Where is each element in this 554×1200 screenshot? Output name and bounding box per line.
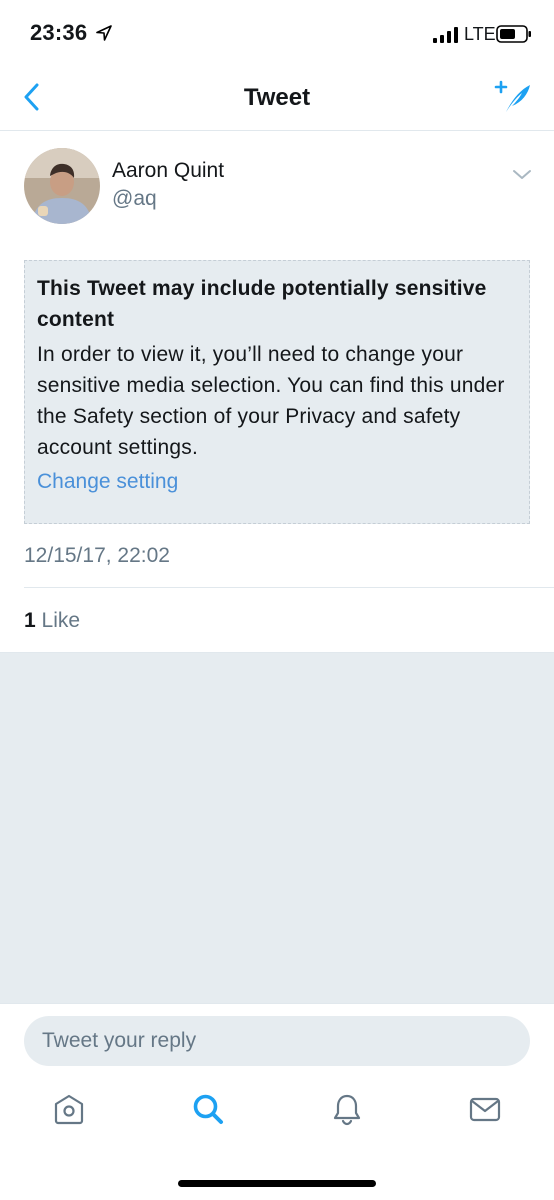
tab-bar <box>0 1075 554 1155</box>
signal-strength-icon <box>433 27 458 43</box>
sensitive-notice-body: In order to view it, you’ll need to chan… <box>37 343 505 459</box>
tab-notifications[interactable] <box>329 1091 365 1127</box>
home-indicator[interactable] <box>178 1180 376 1187</box>
search-icon <box>193 1094 223 1124</box>
change-setting-link[interactable]: Change setting <box>37 470 178 494</box>
tab-search[interactable] <box>190 1091 226 1127</box>
likes-label: Like <box>35 609 81 632</box>
status-time: 23:36 <box>30 20 88 45</box>
divider <box>24 587 554 588</box>
avatar-photo <box>24 148 100 224</box>
sensitive-content-notice: This Tweet may include potentially sensi… <box>24 260 530 524</box>
compose-tweet-button[interactable] <box>492 78 534 118</box>
mail-icon <box>469 1097 501 1122</box>
replies-area <box>0 652 554 1003</box>
likes-count: 1 <box>24 609 36 632</box>
tweet-options-button[interactable] <box>510 164 534 184</box>
author-name[interactable]: Aaron Quint <box>112 159 224 183</box>
likes-summary[interactable]: 1 Like <box>24 609 80 633</box>
tab-messages[interactable] <box>467 1091 503 1127</box>
location-arrow-icon <box>96 25 112 41</box>
avatar[interactable] <box>24 148 100 224</box>
reply-input[interactable]: Tweet your reply <box>24 1016 530 1066</box>
nav-bar: Tweet <box>0 66 554 131</box>
status-bar: 23:36 LTE <box>0 0 554 66</box>
compose-feather-icon <box>494 80 530 112</box>
chevron-down-icon <box>513 170 531 179</box>
home-icon <box>54 1094 84 1125</box>
bell-icon <box>333 1094 361 1126</box>
tweet-timestamp: 12/15/17, 22:02 <box>24 544 170 567</box>
network-label: LTE <box>464 24 496 44</box>
sensitive-notice-title: This Tweet may include potentially sensi… <box>37 277 487 331</box>
page-title: Tweet <box>243 84 311 111</box>
reply-bar: Tweet your reply <box>0 1003 554 1075</box>
author-handle[interactable]: @aq <box>112 187 157 211</box>
battery-icon <box>496 25 531 43</box>
tab-home[interactable] <box>51 1091 87 1127</box>
